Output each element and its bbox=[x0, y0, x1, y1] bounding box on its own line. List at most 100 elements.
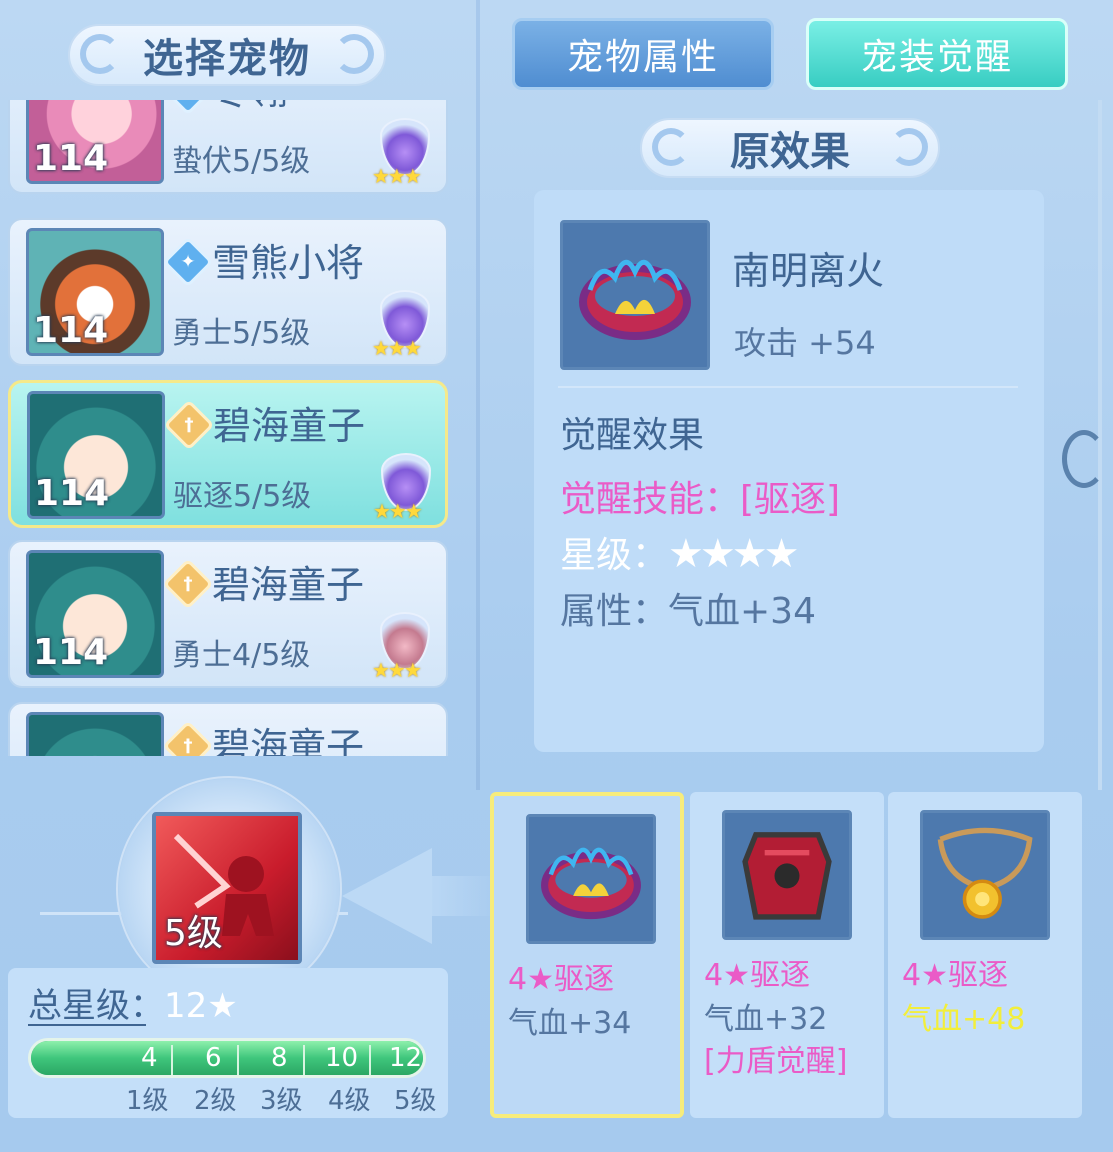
pet-name: 冬翎 bbox=[212, 100, 288, 115]
awaken-option-card[interactable]: 4★驱逐 气血+34 bbox=[490, 792, 684, 1118]
gem-stars: ★★★ bbox=[372, 336, 422, 360]
pet-type-icon: † bbox=[162, 720, 214, 756]
pet-skill: 勇士4/5级 bbox=[172, 638, 311, 673]
progress-tick bbox=[171, 1045, 173, 1075]
gem-stars: ★★★ bbox=[373, 499, 423, 523]
option-stat: 气血+34 bbox=[508, 1006, 632, 1041]
awaken-option-card[interactable]: 4★驱逐 气血+48 bbox=[888, 792, 1082, 1118]
star-level-row: 星级：★★★★ bbox=[560, 526, 799, 578]
progress-level-label: 1级 bbox=[126, 1086, 169, 1116]
panel-divider bbox=[476, 0, 480, 790]
pet-level: 114 bbox=[34, 473, 110, 514]
equip-stat: 攻击 +54 bbox=[734, 324, 876, 362]
pet-level: 114 bbox=[33, 138, 109, 179]
fire-ring-icon bbox=[579, 260, 691, 340]
pet-card[interactable]: 114 ✦ 雪熊小将 勇士5/5级 ★★★ bbox=[8, 218, 448, 366]
option-stat: 气血+32 bbox=[704, 1002, 828, 1037]
divider bbox=[558, 386, 1018, 388]
star-icon: ★ bbox=[207, 986, 238, 1026]
pet-skill: 勇士5/5级 bbox=[172, 316, 311, 351]
awaken-effect-title: 觉醒效果 bbox=[560, 415, 705, 456]
scroll-swirl-icon bbox=[652, 128, 690, 166]
option-skill: 4★驱逐 bbox=[508, 962, 614, 997]
scroll-swirl-icon bbox=[80, 34, 120, 74]
equip-slot bbox=[920, 810, 1050, 940]
option-skill: 4★驱逐 bbox=[902, 958, 1008, 993]
pet-portrait: 114 bbox=[27, 391, 165, 519]
option-awaken-note: [力盾觉醒] bbox=[704, 1044, 848, 1079]
pet-skill: 驱逐5/5级 bbox=[173, 479, 312, 514]
progress-tick-label: 8 bbox=[271, 1043, 288, 1073]
awaken-skill: 觉醒技能：[驱逐] bbox=[560, 479, 841, 520]
total-star-panel: 总星级：12★ 4 6 8 10 12 1级 2级 3级 4级 5级 bbox=[8, 968, 448, 1118]
progress-tick-label: 12 bbox=[389, 1043, 423, 1073]
pet-portrait bbox=[26, 712, 164, 756]
progress-tick-label: 10 bbox=[325, 1043, 359, 1073]
awaken-option-card[interactable]: 4★驱逐 气血+32 [力盾觉醒] bbox=[690, 792, 884, 1118]
sun-necklace-icon bbox=[937, 827, 1033, 919]
armor-icon bbox=[742, 832, 832, 920]
skill-icon[interactable]: 5级 bbox=[152, 812, 302, 964]
arrow-tail bbox=[420, 876, 500, 916]
original-effect-header: 原效果 bbox=[640, 118, 940, 178]
option-stat: 气血+48 bbox=[902, 1002, 1026, 1037]
total-star-text: 总星级： bbox=[28, 986, 164, 1026]
star-progress-bar: 4 6 8 10 12 bbox=[28, 1038, 426, 1078]
gem-stars: ★★★ bbox=[372, 164, 422, 188]
progress-tick-label: 6 bbox=[205, 1043, 222, 1073]
pet-card[interactable]: 114 † 碧海童子 勇士4/5级 ★★★ bbox=[8, 540, 448, 688]
progress-tick bbox=[369, 1045, 371, 1075]
pet-portrait: 114 bbox=[26, 228, 164, 356]
attribute-label: 属性： bbox=[560, 591, 669, 632]
pet-card[interactable]: 114 ✦ 冬翎 蛰伏5/5级 ★★★ bbox=[8, 100, 448, 194]
pet-portrait: 114 bbox=[26, 550, 164, 678]
pet-card-selected[interactable]: 114 † 碧海童子 驱逐5/5级 ★★★ bbox=[8, 380, 448, 528]
progress-tick-label: 4 bbox=[141, 1043, 158, 1073]
star-level-label: 星级： bbox=[560, 535, 669, 576]
scroll-swirl-icon bbox=[334, 34, 374, 74]
equip-slot bbox=[526, 814, 656, 944]
total-star-value: 12 bbox=[164, 986, 208, 1026]
tab-equip-awaken[interactable]: 宠装觉醒 bbox=[806, 18, 1068, 90]
tab-pet-attributes[interactable]: 宠物属性 bbox=[512, 18, 774, 90]
pet-name: 碧海童子 bbox=[213, 404, 366, 448]
attribute-value: 气血+34 bbox=[668, 591, 816, 632]
option-skill: 4★驱逐 bbox=[704, 958, 810, 993]
total-star-label: 总星级：12★ bbox=[28, 978, 238, 1027]
pet-skill: 蛰伏5/5级 bbox=[172, 144, 311, 179]
progress-tick bbox=[237, 1045, 239, 1075]
detail-panel: 南明离火 攻击 +54 觉醒效果 觉醒技能：[驱逐] 星级：★★★★ 属性：气血… bbox=[534, 190, 1044, 752]
pet-list[interactable]: 114 ✦ 冬翎 蛰伏5/5级 ★★★ 114 ✦ 雪熊小将 勇士5/5级 ★★… bbox=[0, 100, 470, 756]
pet-name: 雪熊小将 bbox=[212, 241, 365, 285]
select-pet-title: 选择宠物 bbox=[68, 24, 386, 86]
label-underline bbox=[28, 1024, 146, 1026]
fire-ring-icon bbox=[541, 847, 641, 920]
pet-name: 碧海童子 bbox=[212, 725, 365, 756]
pet-type-icon: ✦ bbox=[162, 100, 214, 116]
pet-type-icon: † bbox=[163, 399, 215, 451]
pet-level: 114 bbox=[33, 632, 109, 673]
arrow-left-icon bbox=[342, 848, 432, 944]
pet-type-icon: † bbox=[162, 558, 214, 610]
pet-name: 碧海童子 bbox=[212, 563, 365, 607]
progress-level-label: 5级 bbox=[394, 1086, 437, 1116]
equip-slot bbox=[560, 220, 710, 370]
pet-card[interactable]: † 碧海童子 bbox=[8, 702, 448, 756]
progress-level-label: 3级 bbox=[260, 1086, 303, 1116]
skill-level: 5级 bbox=[164, 913, 223, 954]
star-progress-fill bbox=[31, 1041, 423, 1075]
progress-tick bbox=[303, 1045, 305, 1075]
pet-portrait: 114 bbox=[26, 100, 164, 184]
attribute-row: 属性：气血+34 bbox=[560, 582, 816, 634]
pet-type-icon: ✦ bbox=[162, 236, 214, 288]
star-level-stars: ★★★★ bbox=[668, 531, 799, 577]
gem-stars: ★★★ bbox=[372, 658, 422, 682]
select-pet-title-text: 选择宠物 bbox=[143, 36, 311, 82]
original-effect-title: 原效果 bbox=[730, 129, 850, 175]
equip-name: 南明离火 bbox=[732, 249, 885, 293]
equip-slot bbox=[722, 810, 852, 940]
progress-level-label: 2级 bbox=[194, 1086, 237, 1116]
progress-level-label: 4级 bbox=[328, 1086, 371, 1116]
side-ornament-icon bbox=[1062, 430, 1106, 488]
scroll-swirl-icon bbox=[890, 128, 928, 166]
